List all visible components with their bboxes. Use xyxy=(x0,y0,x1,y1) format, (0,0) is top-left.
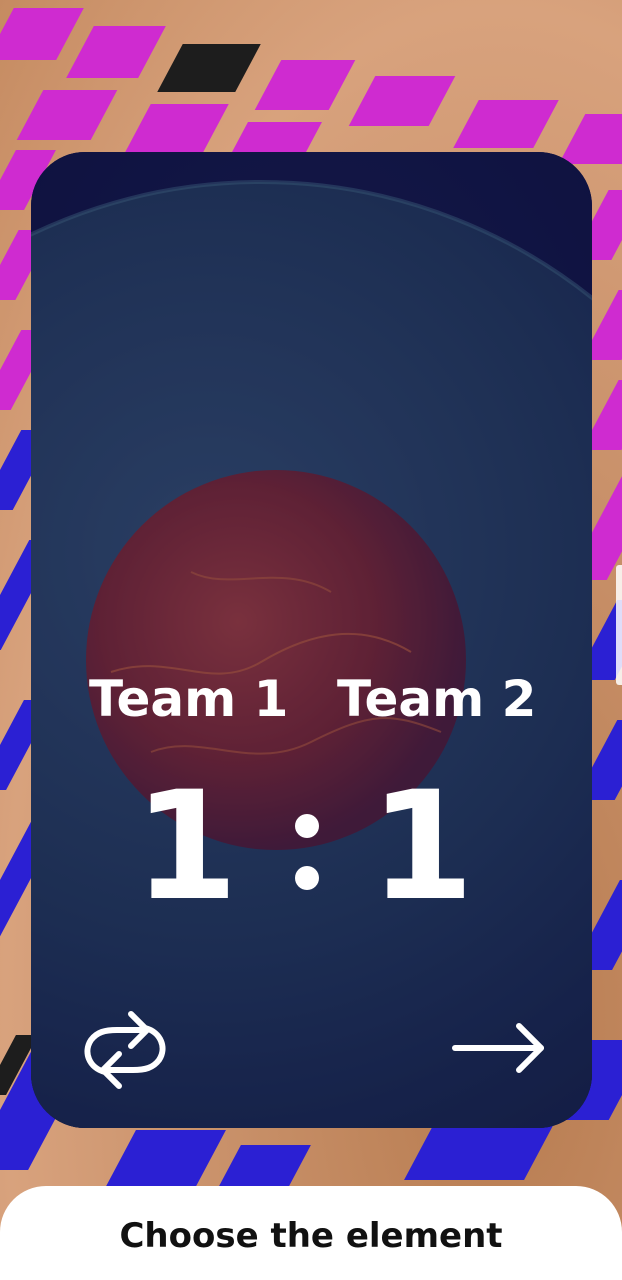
score-separator xyxy=(287,814,327,894)
team-1-name: Team 1 xyxy=(89,670,289,728)
score-row: 1 1 xyxy=(31,762,592,932)
black-tile xyxy=(157,44,261,92)
swap-button[interactable] xyxy=(75,1000,175,1100)
side-handle[interactable] xyxy=(616,565,622,685)
next-button[interactable] xyxy=(449,1012,549,1082)
score-card: Team 1 Team 2 1 1 xyxy=(31,152,592,1128)
bottom-sheet[interactable]: Choose the element xyxy=(0,1186,622,1280)
team-2-name: Team 2 xyxy=(337,670,537,728)
team-2-score: 1 xyxy=(369,760,475,934)
arrow-right-icon xyxy=(452,1023,544,1073)
team-1-score: 1 xyxy=(133,760,239,934)
swap-arrows-icon xyxy=(84,1011,166,1089)
teams-row: Team 1 Team 2 xyxy=(31,664,592,734)
sheet-title: Choose the element xyxy=(119,1216,503,1256)
